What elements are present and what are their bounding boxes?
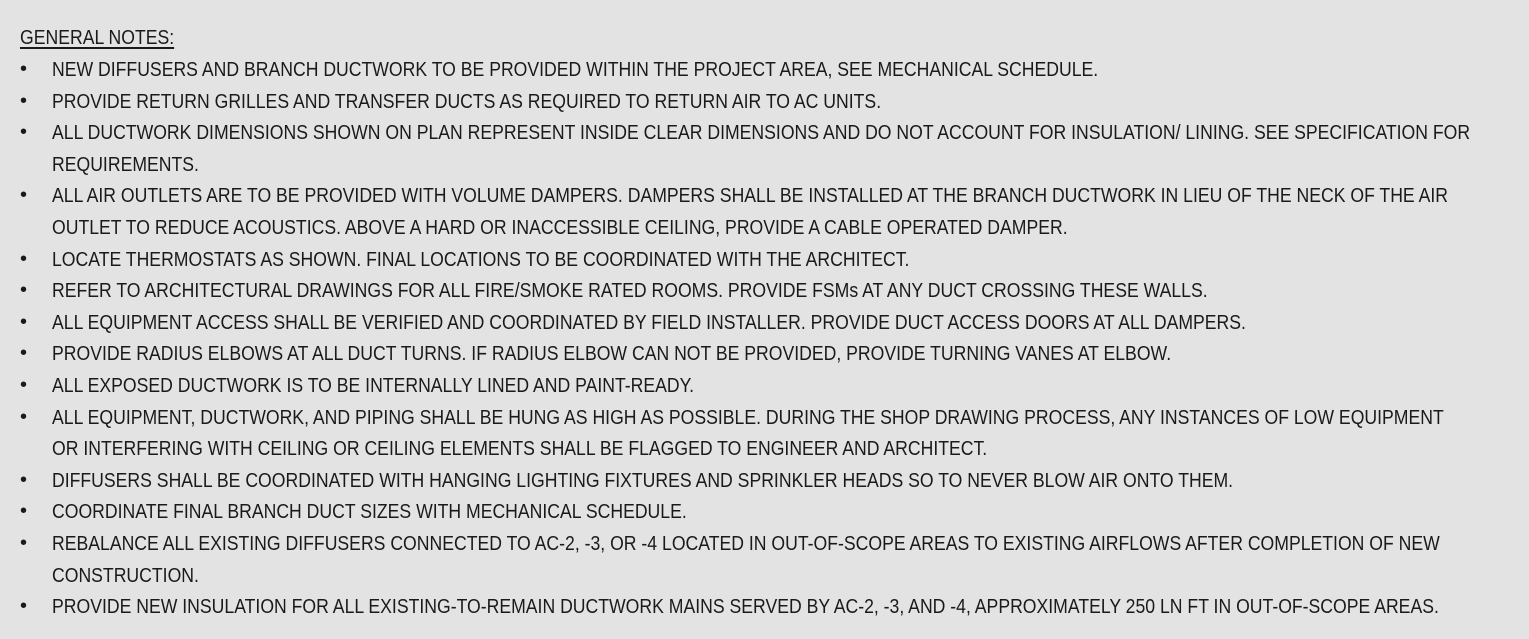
- general-note-text-line: REQUIREMENTS.: [52, 152, 199, 176]
- general-notes-heading: GENERAL NOTES:: [20, 26, 175, 49]
- general-note-item: • PROVIDE RETURN GRILLES AND TRANSFER DUC…: [20, 86, 1520, 118]
- bullet-icon: •: [20, 310, 28, 333]
- general-note-text-line: PROVIDE NEW INSULATION FOR ALL EXISTING-…: [52, 595, 1439, 619]
- general-note-text-line: COORDINATE FINAL BRANCH DUCT SIZES WITH …: [52, 500, 687, 524]
- general-note-text-line: ALL EXPOSED DUCTWORK IS TO BE INTERNALLY…: [52, 373, 695, 397]
- general-note-text-line: ALL AIR OUTLETS ARE TO BE PROVIDED WITH …: [52, 184, 1449, 208]
- general-note-text-line: NEW DIFFUSERS AND BRANCH DUCTWORK TO BE …: [52, 58, 1099, 81]
- bullet-icon: •: [20, 89, 28, 112]
- general-notes-block: GENERAL NOTES: • NEW DIFFUSERS AND BRANCH…: [20, 24, 1520, 623]
- bullet-icon: •: [20, 405, 28, 428]
- bullet-icon: •: [20, 373, 28, 396]
- general-note-item: • ALL DUCTWORK DIMENSIONS SHOWN ON PLAN R…: [20, 117, 1520, 180]
- general-note-text-line: ALL DUCTWORK DIMENSIONS SHOWN ON PLAN RE…: [52, 121, 1471, 145]
- general-note-text-line: PROVIDE RADIUS ELBOWS AT ALL DUCT TURNS.…: [52, 342, 1172, 366]
- bullet-icon: •: [20, 531, 28, 554]
- general-note-text-line: ALL EQUIPMENT ACCESS SHALL BE VERIFIED A…: [52, 310, 1246, 334]
- bullet-icon: •: [20, 468, 28, 491]
- general-note-item: • REBALANCE ALL EXISTING DIFFUSERS CONNEC…: [20, 528, 1520, 591]
- general-note-text-line: REBALANCE ALL EXISTING DIFFUSERS CONNECT…: [52, 531, 1440, 555]
- bullet-icon: •: [20, 595, 28, 618]
- general-note-item: • COORDINATE FINAL BRANCH DUCT SIZES WITH…: [20, 496, 1520, 528]
- general-note-text-line: DIFFUSERS SHALL BE COORDINATED WITH HANG…: [52, 468, 1234, 492]
- general-note-item: • DIFFUSERS SHALL BE COORDINATED WITH HAN…: [20, 465, 1520, 497]
- general-note-text-line: OUTLET TO REDUCE ACOUSTICS. ABOVE A HARD…: [52, 215, 1068, 239]
- bullet-icon: •: [20, 342, 28, 365]
- bullet-icon: •: [20, 184, 28, 207]
- general-note-text-line: ALL EQUIPMENT, DUCTWORK, AND PIPING SHAL…: [52, 405, 1444, 429]
- general-note-text-line: LOCATE THERMOSTATS AS SHOWN. FINAL LOCAT…: [52, 247, 910, 271]
- general-note-item: • LOCATE THERMOSTATS AS SHOWN. FINAL LOCA…: [20, 244, 1520, 276]
- general-note-text-line: OR INTERFERING WITH CEILING OR CEILING E…: [52, 437, 988, 461]
- general-note-item: • PROVIDE NEW INSULATION FOR ALL EXISTING…: [20, 591, 1520, 623]
- general-note-item: • ALL EQUIPMENT, DUCTWORK, AND PIPING SHA…: [20, 402, 1520, 465]
- bullet-icon: •: [20, 500, 28, 523]
- general-note-item: • REFER TO ARCHITECTURAL DRAWINGS FOR ALL…: [20, 275, 1520, 307]
- bullet-icon: •: [20, 279, 28, 302]
- general-note-item: • ALL EQUIPMENT ACCESS SHALL BE VERIFIED …: [20, 307, 1520, 339]
- general-note-item: • NEW DIFFUSERS AND BRANCH DUCTWORK TO BE…: [20, 54, 1520, 86]
- bullet-icon: •: [20, 247, 28, 270]
- general-notes-list: • NEW DIFFUSERS AND BRANCH DUCTWORK TO BE…: [20, 54, 1520, 623]
- bullet-icon: •: [20, 121, 28, 144]
- bullet-icon: •: [20, 58, 28, 80]
- general-note-item: • ALL AIR OUTLETS ARE TO BE PROVIDED WITH…: [20, 180, 1520, 243]
- general-note-text-line: PROVIDE RETURN GRILLES AND TRANSFER DUCT…: [52, 89, 882, 113]
- general-note-text-line: REFER TO ARCHITECTURAL DRAWINGS FOR ALL …: [52, 279, 1208, 303]
- general-note-text-line: CONSTRUCTION.: [52, 563, 199, 587]
- general-note-item: • ALL EXPOSED DUCTWORK IS TO BE INTERNALL…: [20, 370, 1520, 402]
- general-note-item: • PROVIDE RADIUS ELBOWS AT ALL DUCT TURNS…: [20, 338, 1520, 370]
